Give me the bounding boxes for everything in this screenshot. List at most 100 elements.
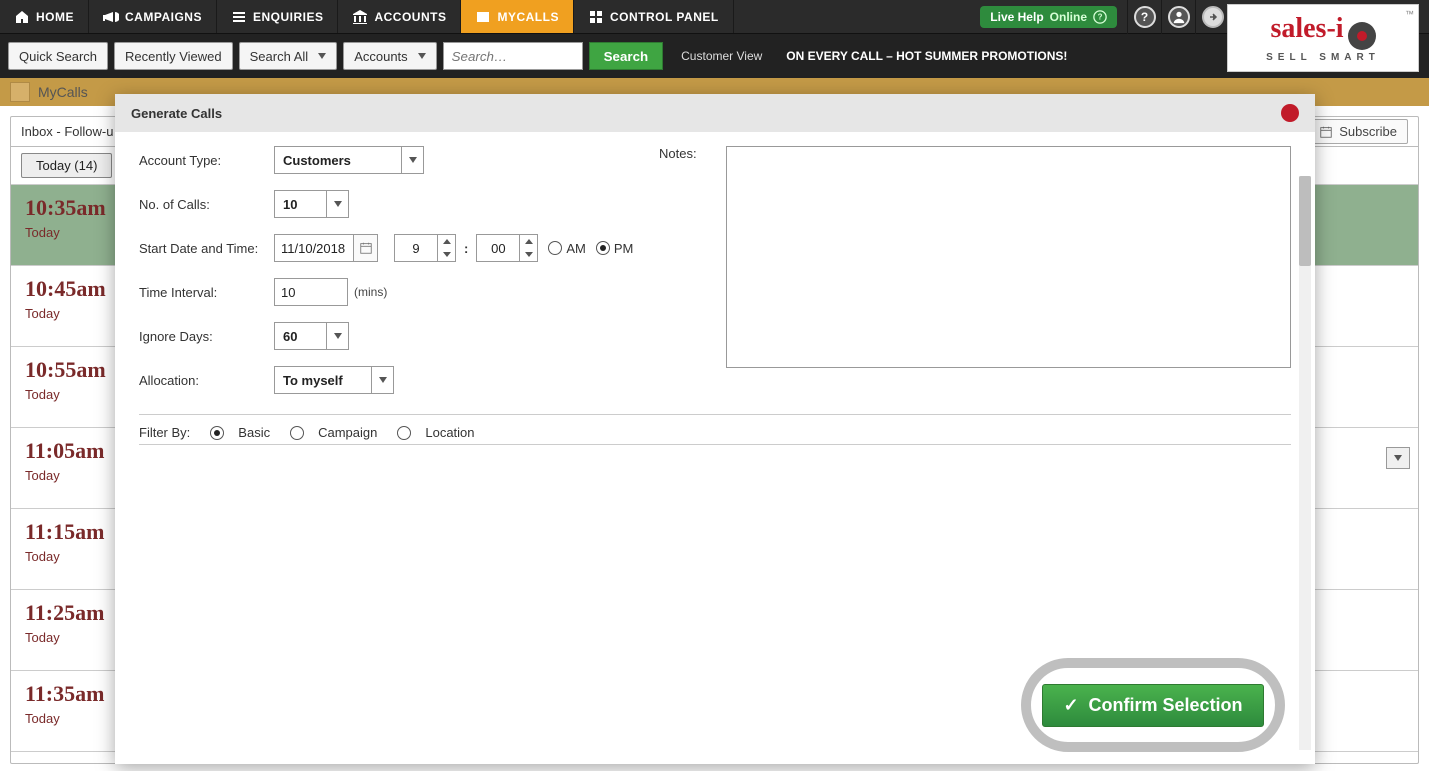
nav-control-panel[interactable]: CONTROL PANEL [574, 0, 734, 33]
notes-column: Notes: [659, 146, 1291, 410]
customer-view-link[interactable]: Customer View [681, 49, 762, 63]
chevron-down-icon [520, 248, 537, 261]
search-button[interactable]: Search [589, 42, 663, 70]
account-type-select[interactable]: Customers [274, 146, 424, 174]
chevron-down-icon [371, 367, 393, 393]
notes-textarea[interactable] [726, 146, 1291, 368]
calls-icon [475, 9, 491, 25]
tab-today[interactable]: Today (14) [21, 153, 112, 178]
chevron-down-icon [401, 147, 423, 173]
logo-line2: SELL SMART [1266, 52, 1380, 63]
start-minute-input[interactable] [476, 234, 520, 262]
nav-enquiries[interactable]: ENQUIRIES [217, 0, 339, 33]
top-nav: HOME CAMPAIGNS ENQUIRIES ACCOUNTS MYCALL… [0, 0, 1429, 34]
svg-text:?: ? [1098, 12, 1103, 21]
chevron-up-icon [520, 235, 537, 248]
bank-icon [352, 9, 368, 25]
am-label: AM [566, 241, 586, 256]
live-help-button[interactable]: Live Help Online ? [980, 6, 1117, 28]
nav-mycalls[interactable]: MYCALLS [461, 0, 574, 33]
grid-icon [588, 9, 604, 25]
mins-label: (mins) [354, 285, 387, 299]
search-all-dropdown[interactable]: Search All [239, 42, 338, 70]
user-icon [1168, 6, 1190, 28]
divider [139, 444, 1291, 445]
interval-input[interactable] [274, 278, 348, 306]
subscribe-button[interactable]: Subscribe [1308, 119, 1408, 144]
am-radio[interactable] [548, 241, 562, 255]
confirm-selection-button[interactable]: ✓ Confirm Selection [1042, 684, 1263, 727]
calendar-picker-icon[interactable] [354, 234, 378, 262]
label-ignore-days: Ignore Days: [139, 329, 274, 344]
profile-button[interactable] [1161, 0, 1195, 34]
mycalls-icon [10, 82, 30, 102]
scrollbar-thumb[interactable] [1299, 176, 1311, 266]
nav-campaigns-label: CAMPAIGNS [125, 10, 202, 24]
sub-header-title: MyCalls [38, 84, 88, 100]
logo-line1: sales-i [1270, 13, 1343, 44]
search-input[interactable] [443, 42, 583, 70]
quick-search-label: Quick Search [19, 49, 97, 64]
modal-body: Account Type: Customers No. of Calls: 10… [115, 132, 1315, 764]
nav-home-label: HOME [36, 10, 74, 24]
label-account-type: Account Type: [139, 153, 274, 168]
allocation-select[interactable]: To myself [274, 366, 394, 394]
ignore-days-select[interactable]: 60 [274, 322, 349, 350]
filter-row: Filter By: Basic Campaign Location [139, 425, 1291, 440]
logout-button[interactable] [1195, 0, 1229, 34]
accounts-dropdown[interactable]: Accounts [343, 42, 436, 70]
confirm-label: Confirm Selection [1089, 695, 1243, 716]
filter-basic-label: Basic [238, 425, 270, 440]
modal-scrollbar[interactable] [1299, 176, 1311, 750]
brand-logo: ™ sales-i SELL SMART [1227, 4, 1419, 72]
live-help-prefix: Live Help [990, 10, 1043, 24]
tab-today-label: Today (14) [36, 158, 97, 173]
close-icon[interactable] [1281, 104, 1299, 122]
chevron-up-icon [438, 235, 455, 248]
pm-radio[interactable] [596, 241, 610, 255]
nav-home[interactable]: HOME [0, 0, 89, 33]
filter-campaign-label: Campaign [318, 425, 377, 440]
generate-calls-modal: Generate Calls Account Type: Customers N… [115, 94, 1315, 764]
pm-label: PM [614, 241, 634, 256]
recently-viewed-label: Recently Viewed [125, 49, 222, 64]
label-filter-by: Filter By: [139, 425, 190, 440]
no-calls-select[interactable]: 10 [274, 190, 349, 218]
panel-dropdown-button[interactable] [1386, 447, 1410, 469]
filter-location-radio[interactable] [397, 426, 411, 440]
megaphone-icon [103, 9, 119, 25]
minute-spinner[interactable] [520, 234, 538, 262]
accounts-dd-label: Accounts [354, 49, 407, 64]
hour-spinner[interactable] [438, 234, 456, 262]
allocation-value: To myself [283, 373, 343, 388]
label-notes: Notes: [659, 146, 704, 410]
form-column: Account Type: Customers No. of Calls: 10… [139, 146, 639, 410]
recently-viewed-button[interactable]: Recently Viewed [114, 42, 233, 70]
filter-location-label: Location [425, 425, 474, 440]
modal-header: Generate Calls [115, 94, 1315, 132]
modal-title: Generate Calls [131, 106, 222, 121]
divider [139, 414, 1291, 415]
nav-control-label: CONTROL PANEL [610, 10, 719, 24]
calendar-icon [1319, 125, 1333, 139]
nav-accounts[interactable]: ACCOUNTS [338, 0, 461, 33]
question-icon: ? [1134, 6, 1156, 28]
home-icon [14, 9, 30, 25]
filter-campaign-radio[interactable] [290, 426, 304, 440]
tm-label: ™ [1405, 9, 1414, 19]
list-icon [231, 9, 247, 25]
quick-search-button[interactable]: Quick Search [8, 42, 108, 70]
help-button[interactable]: ? [1127, 0, 1161, 34]
filter-basic-radio[interactable] [210, 426, 224, 440]
live-help-status: Online [1050, 10, 1087, 24]
nav-accounts-label: ACCOUNTS [374, 10, 446, 24]
nav-campaigns[interactable]: CAMPAIGNS [89, 0, 217, 33]
chevron-down-icon [326, 323, 348, 349]
search-toolbar: Quick Search Recently Viewed Search All … [0, 34, 1429, 78]
start-hour-input[interactable] [394, 234, 438, 262]
no-calls-value: 10 [283, 197, 297, 212]
help-bubble-icon: ? [1093, 10, 1107, 24]
modal-footer: ✓ Confirm Selection [1021, 658, 1285, 752]
start-date-input[interactable] [274, 234, 354, 262]
nav-enquiries-label: ENQUIRIES [253, 10, 324, 24]
